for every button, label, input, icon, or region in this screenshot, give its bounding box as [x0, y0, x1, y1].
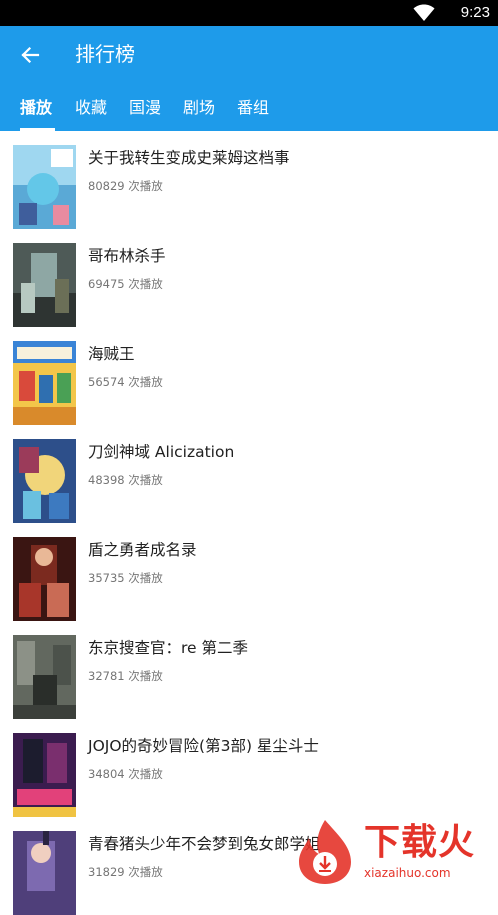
tab-favorites[interactable]: 收藏	[75, 97, 107, 119]
status-time: 9:23	[460, 4, 490, 21]
list-item[interactable]: 关于我转生变成史莱姆这档事 80829 次播放	[0, 131, 498, 229]
tab-theater[interactable]: 剧场	[183, 97, 215, 119]
cover-image	[13, 439, 76, 523]
back-button[interactable]	[12, 38, 48, 72]
item-title: 刀剑神域 Alicization	[88, 443, 235, 461]
item-title: 盾之勇者成名录	[88, 541, 197, 559]
list-item[interactable]: 刀剑神域 Alicization 48398 次播放	[0, 425, 498, 523]
list-item[interactable]: JOJO的奇妙冒险(第3部) 星尘斗士 34804 次播放	[0, 719, 498, 817]
page-title: 排行榜	[75, 42, 135, 66]
cover-image	[13, 243, 76, 327]
item-play-count: 69475 次播放	[88, 277, 163, 291]
list-item[interactable]: 海贼王 56574 次播放	[0, 327, 498, 425]
status-bar: 9:23	[0, 0, 498, 26]
cover-image	[13, 733, 76, 817]
watermark: 下载火 xiazaihuo.com	[289, 818, 498, 885]
item-title: 海贼王	[88, 345, 135, 363]
cover-image	[13, 537, 76, 621]
item-title: 关于我转生变成史莱姆这档事	[88, 149, 290, 167]
item-play-count: 34804 次播放	[88, 767, 163, 781]
item-play-count: 56574 次播放	[88, 375, 163, 389]
item-play-count: 31829 次播放	[88, 865, 163, 879]
cover-image	[13, 831, 76, 915]
cover-image	[13, 341, 76, 425]
cover-image	[13, 145, 76, 229]
tab-bangumi[interactable]: 番组	[237, 97, 269, 119]
watermark-url: xiazaihuo.com	[364, 866, 451, 880]
wifi-icon	[413, 4, 435, 21]
back-arrow-icon	[21, 46, 40, 64]
item-play-count: 35735 次播放	[88, 571, 163, 585]
cover-image	[13, 635, 76, 719]
app-bar: 排行榜 播放 收藏 国漫 剧场 番组	[0, 26, 498, 131]
watermark-text: 下载火	[364, 822, 476, 863]
item-title: 东京搜查官：re 第二季	[88, 639, 248, 657]
item-title: JOJO的奇妙冒险(第3部) 星尘斗士	[88, 737, 319, 755]
item-title: 青春猪头少年不会梦到兔女郎学姐	[88, 835, 321, 853]
item-title: 哥布林杀手	[88, 247, 166, 265]
flame-logo-icon	[299, 820, 351, 884]
item-play-count: 32781 次播放	[88, 669, 163, 683]
list-item[interactable]: 哥布林杀手 69475 次播放	[0, 229, 498, 327]
list-item[interactable]: 东京搜查官：re 第二季 32781 次播放	[0, 621, 498, 719]
item-play-count: 48398 次播放	[88, 473, 163, 487]
tab-play[interactable]: 播放	[20, 97, 52, 119]
item-play-count: 80829 次播放	[88, 179, 163, 193]
list-item[interactable]: 盾之勇者成名录 35735 次播放	[0, 523, 498, 621]
tab-guoman[interactable]: 国漫	[129, 97, 161, 119]
tab-bar: 播放 收藏 国漫 剧场 番组	[0, 88, 498, 131]
